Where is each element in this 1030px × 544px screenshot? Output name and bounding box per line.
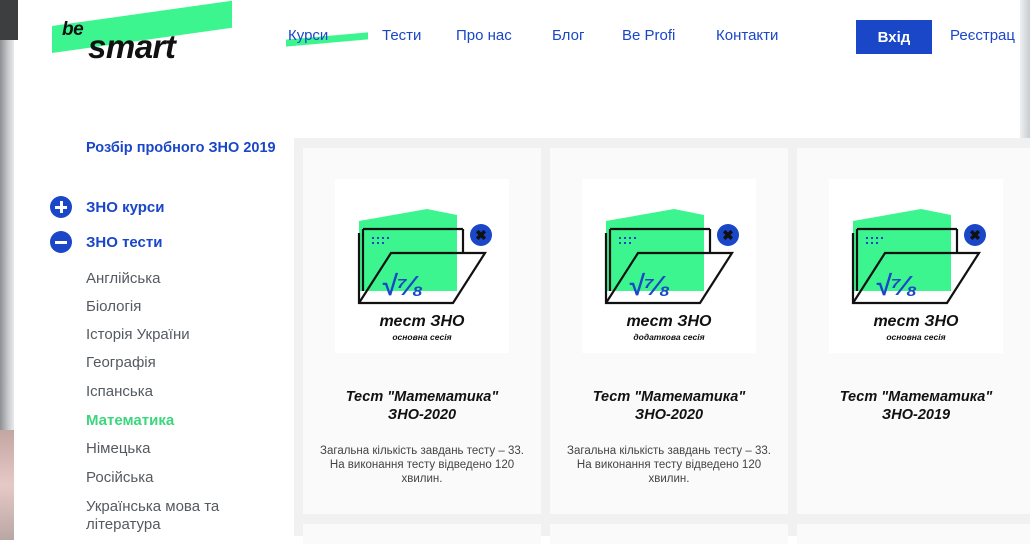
collapse-minus-icon[interactable]	[50, 231, 72, 253]
card-description: Загальна кількість завдань тесту – 33. Н…	[567, 445, 771, 485]
thumbnail-title: тест ЗНО	[379, 313, 465, 330]
background-blur	[0, 430, 14, 540]
sidebar-item-biology[interactable]: Біологія	[86, 298, 141, 316]
card-title[interactable]: Тест "Математика" ЗНО-2020	[313, 388, 531, 424]
svg-text:√⁷⁄₈: √⁷⁄₈	[875, 270, 917, 301]
sidebar-group-label: ЗНО тести	[86, 233, 163, 251]
sidebar-item-math[interactable]: Математика	[86, 412, 174, 430]
test-thumbnail: √⁷⁄₈ ✖ тест ЗНО основна сесія	[829, 179, 1003, 353]
thumbnail-title: тест ЗНО	[873, 313, 959, 330]
register-link[interactable]: Реєстрац	[950, 27, 1015, 44]
nav-item-be-profi[interactable]: Be Profi	[622, 27, 675, 44]
svg-text:√⁷⁄₈: √⁷⁄₈	[381, 270, 423, 301]
nav-item-contacts[interactable]: Контакти	[716, 27, 778, 44]
svg-text:√⁷⁄₈: √⁷⁄₈	[628, 270, 670, 301]
nav-item-tests[interactable]: Тести	[382, 27, 421, 44]
site-header: be smart Курси Тести Про нас Блог Be Pro…	[0, 0, 1030, 80]
card-description: Загальна кількість завдань тесту – 33. Н…	[320, 445, 524, 485]
svg-text:✖: ✖	[722, 227, 734, 243]
sidebar-item-ukrainian[interactable]: Українська мова та література	[86, 498, 276, 534]
sidebar-group-courses[interactable]: ЗНО курси	[50, 196, 164, 218]
nav-item-blog[interactable]: Блог	[552, 27, 584, 44]
thumbnail-subtitle: основна сесія	[886, 332, 946, 342]
nav-item-about[interactable]: Про нас	[456, 27, 512, 44]
test-card[interactable]: √⁷⁄₈ ✖ тест ЗНО додаткова сесія Тест "Ма…	[550, 148, 788, 514]
svg-text:✖: ✖	[969, 227, 981, 243]
thumbnail-subtitle: додаткова сесія	[633, 332, 705, 342]
test-thumbnail: √⁷⁄₈ ✖ тест ЗНО основна сесія	[335, 179, 509, 353]
logo-prefix: be	[62, 19, 84, 40]
card-title[interactable]: Тест "Математика" ЗНО-2019	[807, 388, 1025, 424]
sidebar-item-history-ukraine[interactable]: Історія України	[86, 326, 190, 344]
test-card[interactable]: √⁷⁄₈ ✖ тест ЗНО основна сесія Тест "Мате…	[797, 148, 1030, 514]
sidebar-item-russian[interactable]: Російська	[86, 469, 153, 487]
screen-left-edge	[0, 40, 14, 540]
test-card[interactable]	[303, 524, 541, 544]
nav-item-courses[interactable]: Курси	[288, 27, 328, 44]
sidebar-item-english[interactable]: Англійська	[86, 270, 160, 288]
test-thumbnail: √⁷⁄₈ ✖ тест ЗНО додаткова сесія	[582, 179, 756, 353]
sidebar-group-label: ЗНО курси	[86, 198, 165, 216]
login-button[interactable]: Вхід	[856, 20, 932, 54]
thumbnail-subtitle: основна сесія	[392, 332, 452, 342]
svg-text:✖: ✖	[475, 227, 487, 243]
thumbnail-title: тест ЗНО	[626, 313, 712, 330]
test-card[interactable]	[797, 524, 1030, 544]
sidebar-item-german[interactable]: Німецька	[86, 440, 150, 458]
besmart-logo[interactable]: be smart	[52, 0, 234, 66]
sidebar-item-geography[interactable]: Географія	[86, 354, 156, 372]
sidebar-top-link[interactable]: Розбір пробного ЗНО 2019	[86, 140, 286, 157]
card-title[interactable]: Тест "Математика" ЗНО-2020	[560, 388, 778, 424]
test-card[interactable]	[550, 524, 788, 544]
expand-plus-icon[interactable]	[50, 196, 72, 218]
logo-main: smart	[88, 28, 176, 65]
sidebar-group-tests[interactable]: ЗНО тести	[50, 231, 162, 253]
test-card[interactable]: √⁷⁄₈ ✖ тест ЗНО основна сесія Тест "Мате…	[303, 148, 541, 514]
sidebar-item-spanish[interactable]: Іспанська	[86, 383, 153, 401]
